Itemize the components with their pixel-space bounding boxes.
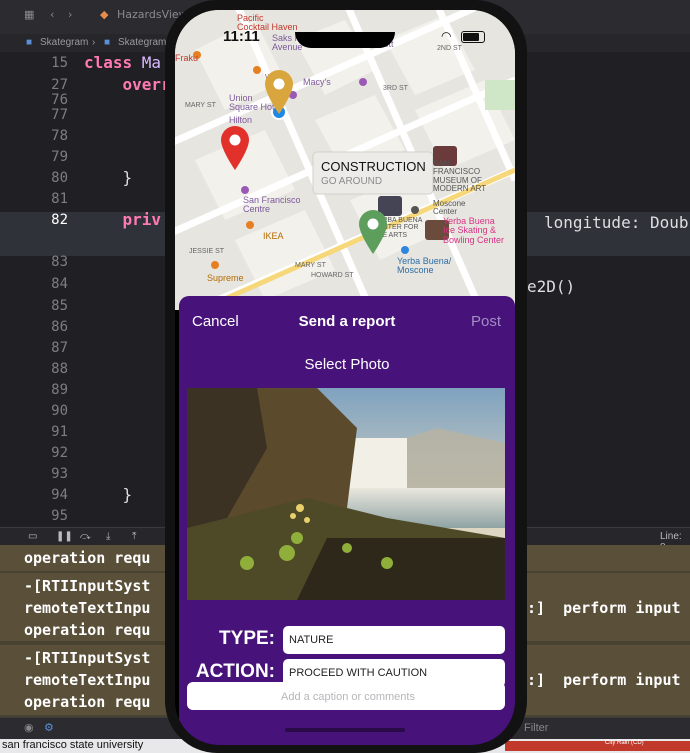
console-line: operation requ xyxy=(24,693,151,711)
music-progress: City Rain (CD) xyxy=(505,740,690,751)
action-value: PROCEED WITH CAUTION xyxy=(289,667,428,679)
map-label[interactable]: IKEA xyxy=(263,231,284,241)
map-label[interactable]: Fraku xyxy=(175,53,198,63)
battery-icon xyxy=(461,31,485,43)
callout-title[interactable]: CONSTRUCTION xyxy=(321,159,426,174)
grid-icon[interactable]: ▦ xyxy=(24,8,34,21)
map-label[interactable]: Moscone Center xyxy=(433,199,465,217)
search-text: san francisco state university xyxy=(2,739,144,751)
line-number: 95 xyxy=(51,508,68,524)
project-icon: ■ xyxy=(26,37,33,48)
console-line: operation requ xyxy=(24,549,151,567)
line-number: 88 xyxy=(51,361,68,377)
status-time: 11:11 xyxy=(223,28,260,45)
breadcrumb-item[interactable]: Skategram xyxy=(40,37,88,48)
console-line: -[RTIInputSyst xyxy=(24,649,151,667)
line-number: 89 xyxy=(51,382,68,398)
waterfall-photo xyxy=(187,388,505,600)
code-fragment: longitude: Doub xyxy=(544,213,689,232)
line-number: 78 xyxy=(51,128,68,144)
step-in-icon[interactable]: ⤓ xyxy=(106,531,110,542)
map-label[interactable]: 3RD ST xyxy=(383,85,408,92)
caption-field[interactable] xyxy=(187,682,509,712)
code-line: overr xyxy=(84,75,171,94)
toggle-console-icon[interactable]: ▭ xyxy=(28,531,37,542)
code-line: class Ma xyxy=(84,53,162,72)
map-label[interactable]: JESSIE ST xyxy=(189,248,224,255)
console-line: operation requ xyxy=(24,621,151,639)
pause-icon[interactable]: ❚❚ xyxy=(56,531,73,542)
console-line: :] perform input xyxy=(527,671,681,689)
line-number: 27 xyxy=(51,77,68,93)
type-label: TYPE: xyxy=(219,628,275,649)
map-view[interactable]: Pacific Cocktail HavenMarriottSaks Fifth… xyxy=(175,10,515,324)
code-line: priv xyxy=(84,210,162,229)
map-label[interactable]: San Francisco Centre xyxy=(243,195,301,215)
line-number: 80 xyxy=(51,170,68,186)
wifi-icon: ◠ xyxy=(441,29,452,43)
track-title: City Rain (CD) xyxy=(605,740,644,746)
notch xyxy=(295,32,395,48)
post-button[interactable]: Post xyxy=(471,313,501,330)
line-number: 91 xyxy=(51,424,68,440)
console-line: :] perform input xyxy=(527,599,681,617)
line-number: 94 xyxy=(51,487,68,503)
cancel-button[interactable]: Cancel xyxy=(192,313,239,330)
caption-input[interactable] xyxy=(187,682,509,712)
line-number: 82 xyxy=(51,212,68,228)
code-fragment: e2D() xyxy=(527,277,576,296)
line-number: 77 xyxy=(51,107,68,123)
step-out-icon[interactable]: ⤒ xyxy=(132,531,136,542)
map-label[interactable]: MARY ST xyxy=(185,102,216,109)
map-label[interactable]: Macy's xyxy=(303,77,331,87)
variables-icon[interactable]: ⚙ xyxy=(44,721,54,734)
back-arrow-icon[interactable]: ‹ xyxy=(50,8,54,21)
home-indicator[interactable] xyxy=(285,728,405,732)
line-number: 92 xyxy=(51,445,68,461)
line-number: 87 xyxy=(51,340,68,356)
map-label[interactable]: SAN FRANCISCO MUSEUM OF MODERN ART xyxy=(433,159,486,194)
line-number: 81 xyxy=(51,191,68,207)
map-label[interactable]: MARY ST xyxy=(295,262,326,269)
line-number: 76 xyxy=(51,92,68,108)
line-number: 84 xyxy=(51,276,68,292)
map-label[interactable]: Yerba Buena/ Moscone xyxy=(397,256,451,276)
console-line: remoteTextInpu xyxy=(24,671,151,689)
code-line: } xyxy=(84,485,133,504)
callout-subtitle: GO AROUND xyxy=(321,176,383,187)
line-number: 15 xyxy=(51,55,68,71)
line-number: 83 xyxy=(51,254,68,270)
select-photo-button[interactable]: Select Photo xyxy=(179,356,515,373)
step-over-icon[interactable]: ⤼ xyxy=(80,531,91,542)
selected-photo[interactable] xyxy=(187,388,505,600)
type-value: NATURE xyxy=(289,634,334,646)
code-line: } xyxy=(84,168,133,187)
iphone-screen: Pacific Cocktail HavenMarriottSaks Fifth… xyxy=(175,10,515,745)
line-number: 86 xyxy=(51,319,68,335)
swift-icon: ◆ xyxy=(100,8,109,21)
forward-arrow-icon[interactable]: › xyxy=(68,8,72,21)
map-pin-yellow[interactable] xyxy=(263,68,295,116)
filter-field[interactable]: Filter xyxy=(524,722,548,734)
console-line: -[RTIInputSyst xyxy=(24,577,151,595)
map-pin-red[interactable] xyxy=(219,124,251,172)
map-label[interactable]: Supreme xyxy=(207,273,244,283)
line-number: 79 xyxy=(51,149,68,165)
status-bar: 11:11 ◠ xyxy=(175,10,515,48)
map-label[interactable]: HOWARD ST xyxy=(311,272,354,279)
line-number: 90 xyxy=(51,403,68,419)
eye-icon[interactable]: ◉ xyxy=(24,721,34,734)
folder-icon: ■ xyxy=(104,37,111,48)
type-field[interactable]: NATURE xyxy=(283,626,505,654)
breadcrumb-item[interactable]: Skategram xyxy=(118,37,166,48)
chevron-right-icon: › xyxy=(92,37,96,48)
action-label: ACTION: xyxy=(195,661,275,682)
report-sheet: Send a report Cancel Post Select Photo T… xyxy=(179,296,515,745)
line-number: 85 xyxy=(51,298,68,314)
console-line: remoteTextInpu xyxy=(24,599,151,617)
line-number: 93 xyxy=(51,466,68,482)
map-pin-green[interactable] xyxy=(357,208,389,256)
map-label[interactable]: Yerba Buena Ice Skating & Bowling Center xyxy=(443,216,504,245)
